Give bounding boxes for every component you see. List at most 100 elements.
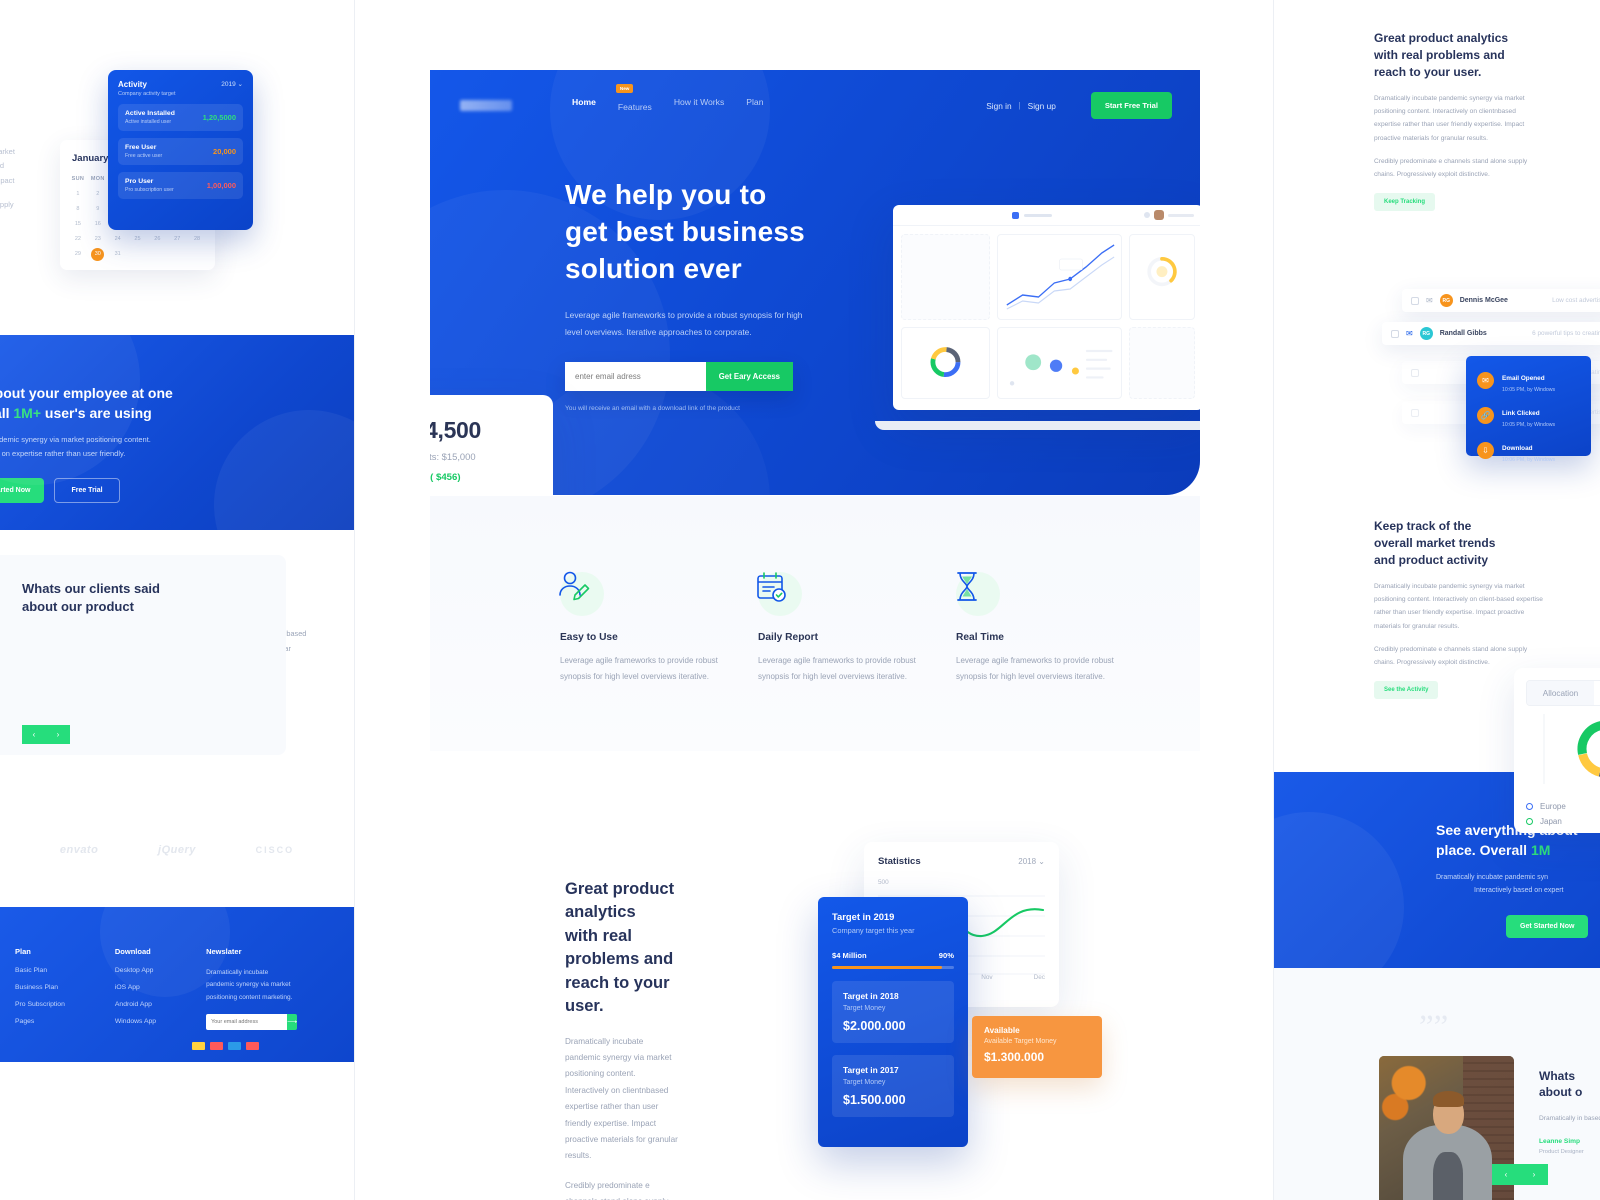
activity-year-select[interactable]: 2019 ⌄ [221,80,243,88]
calendar-day[interactable]: 9 [88,202,108,217]
calendar-day[interactable]: 2 [88,187,108,202]
statistics-x-label: Nov [981,974,993,981]
chevron-right-icon[interactable]: › [46,725,70,744]
right-testimonial-section: ”” Whats about o Dramatically in based e… [1274,968,1600,1200]
calendar-day[interactable]: 27 [167,232,187,247]
cisco-logo: CISCO [255,845,295,855]
left-hero-block: market sed Impact supply January SUN MON… [0,0,354,335]
calendar-day[interactable]: 31 [108,247,128,262]
right-testimonial-copy: Whats about o Dramatically in based expe… [1539,1068,1600,1155]
footer-link[interactable]: Basic Plan [15,967,65,974]
available-amount: $1.300.000 [984,1050,1045,1064]
see-the-activity-button[interactable]: See the Activity [1374,681,1439,700]
get-early-access-button[interactable]: Get Eary Access [705,362,793,392]
nav-links: Home New Features How it Works Plan [572,83,763,115]
dashboard-user-name-placeholder [1168,213,1194,217]
checkbox[interactable] [1411,296,1419,305]
feature-body: Leverage agile frameworks to provide rob… [956,656,1114,681]
right-get-started-now-button[interactable]: Get Started Now [1506,915,1589,939]
footer-link[interactable]: Android App [115,1001,156,1008]
activity-item-meta: 10:05 PM, by Windows [1502,387,1556,393]
activity-item-title: Download [1502,445,1533,452]
checkbox[interactable] [1411,408,1419,417]
calendar-day[interactable]: 23 [88,232,108,247]
dashboard-mockup [875,185,1200,430]
calendar-day[interactable]: 28 [187,232,207,247]
footer-column-plan: Plan Basic Plan Business Plan Pro Subscr… [15,947,65,1035]
right-keep-track-body-1: Dramatically incubate pandemic synergy v… [1374,583,1543,630]
mail-row[interactable]: ✉ RG Randall Gibbs 6 powerful tips to cr… [1382,322,1600,345]
newsletter-email-input[interactable] [206,1014,288,1031]
bell-icon[interactable] [1144,212,1150,218]
left-snippet-text: market sed Impact supply [0,145,62,212]
chevron-right-icon[interactable]: › [1520,1164,1548,1185]
nav-separator: | [1018,101,1021,110]
feature-title: Daily Report [758,632,819,643]
right-cta-body-line1: Dramatically incubate pandemic syn [1436,873,1549,881]
activity-row-label: Active Installed [125,110,175,117]
right-analytics-body-1: Dramatically incubate pandemic synergy v… [1374,95,1525,142]
brand-logo[interactable] [460,100,512,111]
statistics-year-select[interactable]: 2018 ⌄ [1018,857,1045,866]
calendar-day[interactable]: 24 [108,232,128,247]
calendar-day[interactable]: 29 [68,247,88,262]
footer-link[interactable]: Business Plan [15,984,65,991]
right-analytics-section: Great product analytics with real proble… [1274,0,1527,212]
calendar-day[interactable]: 25 [128,232,148,247]
available-title: Available [984,1026,1020,1035]
nav-link-home[interactable]: Home [572,97,596,115]
arrow-right-icon[interactable]: ⟶ [287,1014,298,1031]
calendar-day [167,247,187,262]
activity-row-value: 20,000 [213,147,236,156]
free-trial-button[interactable]: Free Trial [54,478,120,504]
activity-row-label: Free User [125,144,157,151]
checkbox[interactable] [1391,329,1399,338]
tab-geo[interactable]: Geo [1594,681,1600,705]
target-subtitle: Company target this year [832,926,915,935]
dashboard-line-chart [1006,244,1115,310]
calendar-day[interactable]: 15 [68,217,88,232]
legend-dot-europe [1526,803,1533,810]
footer-column-title: Plan [15,947,31,956]
left-testimonial-heading-line2: about our product [22,598,134,614]
statistics-year-value: 2018 [1018,857,1037,866]
nav-link-plan[interactable]: Plan [746,97,763,115]
nav-link-how-it-works[interactable]: How it Works [674,97,724,115]
newsletter-body: Dramatically incubate pandemic synergy v… [206,969,293,1001]
chevron-left-icon[interactable]: ‹ [1492,1164,1520,1185]
calendar-day[interactable]: 1 [68,187,88,202]
activity-year-value: 2019 [221,81,236,88]
start-free-trial-button[interactable]: Start Free Trial [1090,92,1172,119]
nav-link-features[interactable]: Features [618,102,652,112]
footer-link[interactable]: Pro Subscription [15,1001,65,1008]
calendar-day-today[interactable]: 30 [88,247,108,262]
allocation-legend: Europe 35% Japan 35% [1526,802,1600,826]
checkbox[interactable] [1411,368,1419,377]
calendar-day [128,247,148,262]
calendar-day[interactable]: 22 [68,232,88,247]
target-item: Target in 2018 Target Money $2.000.000 [832,980,954,1043]
dashboard-card-placeholder [1129,327,1195,399]
analytics-body-2: Credibly predominate e channels stand al… [565,1180,668,1200]
calendar-day[interactable]: 16 [88,217,108,232]
target-item-title: Target in 2017 [843,1064,899,1075]
calendar-day [187,247,207,262]
sign-up-link[interactable]: Sign up [1028,101,1056,111]
footer-link[interactable]: Pages [15,1018,65,1025]
calendar-day[interactable]: 8 [68,202,88,217]
calendar-day[interactable]: 26 [147,232,167,247]
tab-allocation[interactable]: Allocation [1527,681,1594,705]
right-analytics-heading-line2: with real problems and [1374,48,1505,63]
mail-subject: 6 powerful tips to creating [1532,330,1600,337]
avatar[interactable] [1154,210,1164,220]
footer-link[interactable]: Windows App [115,1018,156,1025]
right-keep-tracking-button[interactable]: Keep Tracking [1374,193,1436,212]
right-analytics-heading-line1: Great product analytics [1374,31,1509,45]
calendar-day [147,247,167,262]
right-testimonial-body: Dramatically in based expertis granular … [1539,1115,1600,1123]
sign-in-link[interactable]: Sign in [986,101,1011,111]
mail-row[interactable]: ✉ RG Dennis McGee Low cost advertise [1402,289,1600,312]
chevron-left-icon[interactable]: ‹ [22,725,46,744]
calendar-day-header: SUN [71,176,85,182]
dashboard-gauge-card [1129,234,1195,320]
